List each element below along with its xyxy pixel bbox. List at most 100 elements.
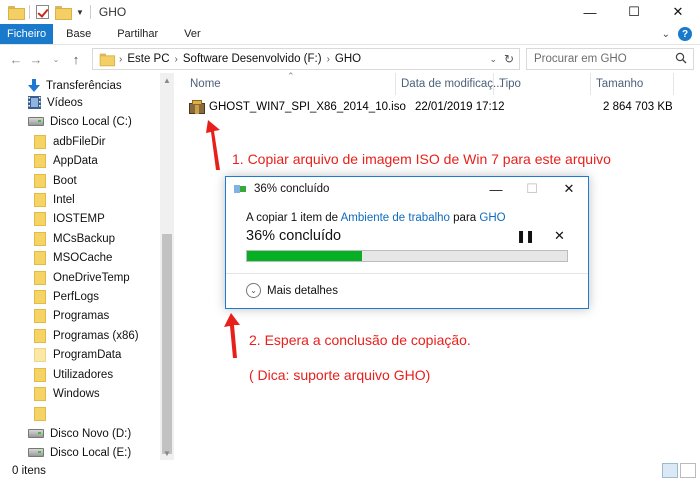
folder-icon[interactable] bbox=[8, 6, 25, 20]
annotation-arrow-up bbox=[206, 120, 220, 170]
sidebar-item-folder[interactable]: adbFileDir bbox=[34, 132, 105, 151]
sidebar-scrollbar-thumb[interactable] bbox=[162, 234, 172, 454]
sidebar-item-label: Windows bbox=[53, 387, 100, 400]
pause-button[interactable]: ❚❚ bbox=[516, 229, 535, 243]
sidebar-item-folder[interactable]: Programas (x86) bbox=[34, 326, 139, 345]
column-header-type[interactable]: Tipo bbox=[499, 73, 521, 95]
film-icon bbox=[28, 96, 41, 109]
tab-ficheiro[interactable]: Ficheiro bbox=[0, 24, 54, 44]
column-divider[interactable] bbox=[590, 73, 591, 95]
breadcrumb-chevron-icon[interactable]: › bbox=[119, 54, 122, 65]
sidebar-item-folder[interactable]: OneDriveTemp bbox=[34, 268, 130, 287]
column-header-date[interactable]: Data de modificaç... bbox=[401, 73, 503, 95]
properties-icon[interactable] bbox=[36, 5, 49, 19]
breadcrumb-gho[interactable]: GHO bbox=[335, 53, 361, 65]
dialog-close-button[interactable]: ✕ bbox=[551, 177, 587, 201]
cancel-copy-button[interactable]: ✕ bbox=[554, 228, 565, 244]
customize-toolbar-chevron-icon[interactable]: ▼ bbox=[76, 8, 84, 17]
up-arrow-icon[interactable]: ↑ bbox=[66, 52, 86, 67]
address-dropdown-icon[interactable]: ⌄ bbox=[489, 54, 497, 65]
sidebar-item-label: Utilizadores bbox=[53, 368, 114, 381]
forward-arrow-icon[interactable]: → bbox=[26, 52, 46, 67]
annotation-step-1: 1. Copiar arquivo de imagem ISO de Win 7… bbox=[232, 151, 611, 167]
breadcrumb-chevron-icon[interactable]: › bbox=[175, 54, 178, 65]
refresh-icon[interactable]: ↻ bbox=[504, 52, 514, 66]
sidebar-item-folder[interactable]: Boot bbox=[34, 171, 77, 190]
breadcrumb-drive-f[interactable]: Software Desenvolvido (F:) bbox=[183, 53, 322, 65]
dialog-minimize-button[interactable]: — bbox=[478, 177, 514, 201]
sidebar-item-videos[interactable]: Vídeos bbox=[28, 93, 83, 112]
source-link[interactable]: Ambiente de trabalho bbox=[341, 212, 450, 224]
close-button[interactable]: ✕ bbox=[656, 0, 700, 24]
tab-base[interactable]: Base bbox=[53, 24, 104, 44]
breadcrumb-chevron-icon[interactable]: › bbox=[327, 54, 330, 65]
file-size: 2 864 703 KB bbox=[603, 100, 673, 113]
sidebar-item-folder[interactable]: MSOCache bbox=[34, 248, 112, 267]
column-header-name[interactable]: Nome bbox=[190, 73, 221, 95]
sidebar-item-folder[interactable]: MCsBackup bbox=[34, 229, 115, 248]
sidebar-item-folder[interactable]: Utilizadores bbox=[34, 365, 113, 384]
dialog-maximize-button[interactable]: ☐ bbox=[514, 177, 550, 201]
recent-locations-chevron-icon[interactable]: ⌄ bbox=[46, 55, 66, 64]
sidebar-item-label: AppData bbox=[53, 154, 98, 167]
ribbon-right-controls: ⌄ ? bbox=[662, 24, 700, 44]
sidebar-item-folder[interactable]: Programas bbox=[34, 306, 109, 325]
destination-link[interactable]: GHO bbox=[479, 212, 505, 224]
sidebar-item-folder[interactable]: Intel bbox=[34, 190, 75, 209]
sidebar-item-folder[interactable]: PerfLogs bbox=[34, 287, 99, 306]
table-row[interactable]: GHOST_WIN7_SPI_X86_2014_10.iso 22/01/201… bbox=[183, 97, 673, 116]
column-divider[interactable] bbox=[493, 73, 494, 95]
annotation-arrow-up bbox=[224, 313, 240, 358]
sidebar-item-label: OneDriveTemp bbox=[53, 271, 130, 284]
search-icon[interactable] bbox=[675, 52, 687, 64]
back-arrow-icon[interactable]: ← bbox=[6, 52, 26, 67]
sidebar-item-drive-c[interactable]: Disco Local (C:) bbox=[28, 112, 132, 131]
sidebar-item-label: Vídeos bbox=[47, 96, 83, 109]
copy-description-prefix: A copiar 1 item de bbox=[246, 212, 341, 224]
sidebar-item-label: Transferências bbox=[46, 79, 122, 92]
help-icon[interactable]: ? bbox=[678, 27, 692, 41]
more-details-label: Mais detalhes bbox=[267, 284, 338, 297]
sidebar-item-label: IOSTEMP bbox=[53, 212, 105, 225]
scroll-up-icon[interactable]: ▲ bbox=[160, 73, 174, 87]
expand-ribbon-chevron-icon[interactable]: ⌄ bbox=[662, 29, 670, 40]
more-details-toggle[interactable]: ⌄ Mais detalhes bbox=[246, 283, 338, 298]
address-bar[interactable]: › Este PC › Software Desenvolvido (F:) ›… bbox=[92, 48, 520, 70]
copy-icon bbox=[234, 183, 248, 195]
toolbar-divider bbox=[89, 5, 91, 19]
sidebar-item-drive-d[interactable]: Disco Novo (D:) bbox=[28, 424, 131, 443]
new-folder-icon[interactable] bbox=[55, 6, 72, 20]
view-switcher bbox=[662, 463, 696, 478]
large-icons-view-icon[interactable] bbox=[680, 463, 696, 478]
minimize-button[interactable]: — bbox=[568, 0, 612, 24]
copy-description: A copiar 1 item de Ambiente de trabalho … bbox=[246, 212, 506, 224]
details-view-icon[interactable] bbox=[662, 463, 678, 478]
sidebar-item-folder[interactable]: IOSTEMP bbox=[34, 209, 105, 228]
maximize-button[interactable]: ☐ bbox=[612, 0, 656, 24]
dialog-title: 36% concluído bbox=[254, 183, 330, 195]
tab-partilhar[interactable]: Partilhar bbox=[104, 24, 171, 44]
file-date: 22/01/2019 17:12 bbox=[414, 100, 505, 113]
navigation-bar: ← → ⌄ ↑ › Este PC › Software Desenvolvid… bbox=[0, 45, 700, 73]
sidebar-item-folder[interactable]: ProgramData bbox=[34, 345, 121, 364]
drive-icon bbox=[28, 448, 44, 457]
sidebar-item-folder[interactable]: Windows bbox=[34, 384, 100, 403]
search-input[interactable] bbox=[534, 53, 674, 65]
sidebar-item-folder[interactable]: AppData bbox=[34, 151, 98, 170]
folder-icon bbox=[34, 211, 46, 226]
column-header-size[interactable]: Tamanho bbox=[596, 73, 643, 95]
search-box[interactable] bbox=[526, 48, 694, 70]
sidebar-item-label: ProgramData bbox=[53, 348, 122, 361]
breadcrumb-este-pc[interactable]: Este PC bbox=[127, 53, 169, 65]
sidebar-item-folder[interactable] bbox=[34, 404, 53, 423]
tab-ver[interactable]: Ver bbox=[171, 24, 214, 44]
column-divider[interactable] bbox=[673, 73, 674, 95]
ribbon-tabs: Ficheiro Base Partilhar Ver ⌄ ? bbox=[0, 24, 700, 45]
progress-bar bbox=[246, 250, 568, 262]
folder-icon bbox=[34, 308, 46, 323]
column-divider[interactable] bbox=[395, 73, 396, 95]
copy-progress-dialog: 36% concluído — ☐ ✕ A copiar 1 item de A… bbox=[225, 176, 589, 309]
folder-icon bbox=[34, 153, 46, 168]
progress-bar-fill bbox=[247, 251, 363, 261]
scroll-down-icon[interactable]: ▼ bbox=[160, 446, 174, 460]
